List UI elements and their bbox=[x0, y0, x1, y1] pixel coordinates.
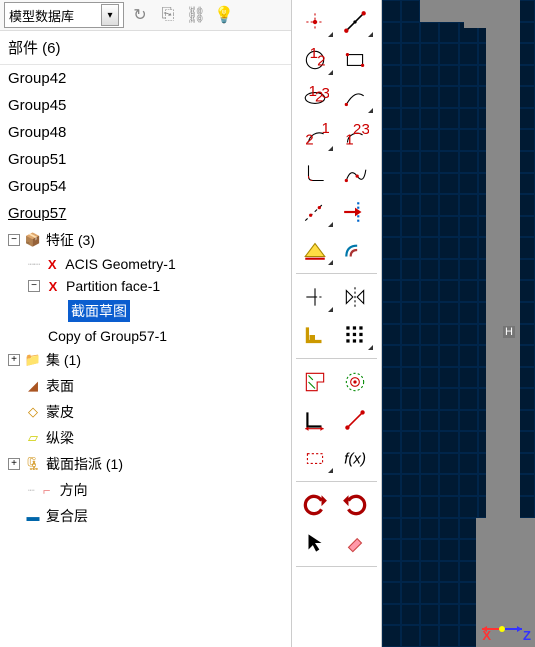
model-geometry bbox=[420, 0, 520, 22]
collapse-icon[interactable]: − bbox=[8, 234, 20, 246]
axis-triad-icon bbox=[477, 607, 527, 637]
line-tool[interactable] bbox=[336, 6, 374, 38]
svg-text:2: 2 bbox=[305, 132, 313, 149]
invalid-icon: X bbox=[43, 256, 61, 272]
refresh-icon[interactable]: ↻ bbox=[128, 3, 152, 27]
direction-node[interactable]: ┈ ⌐ 方向 bbox=[0, 477, 291, 503]
section-assign-icon: 🗜 bbox=[24, 456, 42, 472]
offset-tool[interactable] bbox=[336, 234, 374, 266]
fillet-tool[interactable] bbox=[296, 158, 334, 190]
svg-text:3: 3 bbox=[362, 123, 370, 138]
tree-group-item[interactable]: Group51 bbox=[0, 146, 291, 173]
direction-icon: ⌐ bbox=[38, 482, 56, 498]
arc-3point-tool[interactable]: 123 bbox=[336, 120, 374, 152]
construction-line-tool[interactable] bbox=[296, 196, 334, 228]
erase-tool[interactable] bbox=[336, 527, 374, 559]
sets-icon: 📁 bbox=[24, 352, 42, 368]
composite-icon: ▬ bbox=[24, 508, 42, 524]
dropdown-caret-icon[interactable]: ▾ bbox=[101, 4, 119, 26]
parameter-tool[interactable]: f(x) bbox=[336, 442, 374, 474]
redo-tool[interactable] bbox=[336, 489, 374, 521]
section-tool[interactable] bbox=[296, 366, 334, 398]
project-tool[interactable] bbox=[296, 234, 334, 266]
h-label: H bbox=[503, 326, 515, 338]
skin-icon: ◇ bbox=[24, 404, 42, 420]
measure-tool[interactable] bbox=[336, 404, 374, 436]
select-box-tool[interactable] bbox=[296, 442, 334, 474]
invalid-icon: X bbox=[44, 278, 62, 294]
svg-text:f(x): f(x) bbox=[344, 450, 366, 467]
model-geometry bbox=[486, 28, 520, 518]
partition-face-node[interactable]: − X Partition face-1 bbox=[0, 275, 291, 297]
point-tool[interactable] bbox=[296, 6, 334, 38]
db-dropdown[interactable]: 模型数据库 ▾ bbox=[4, 2, 124, 28]
sketch-toolbar: 12 123 21 123 f(x) bbox=[292, 0, 382, 647]
trim-tool[interactable] bbox=[296, 281, 334, 313]
tree-group-item-active[interactable]: Group57 bbox=[0, 200, 291, 227]
pattern-tool[interactable] bbox=[336, 319, 374, 351]
3d-viewport[interactable]: H X Z bbox=[382, 0, 535, 647]
svg-text:1: 1 bbox=[322, 123, 330, 137]
db-toolbar: 模型数据库 ▾ ↻ ⎘ ⛓ 💡 bbox=[0, 0, 291, 31]
parts-header[interactable]: 部件 (6) bbox=[0, 31, 291, 65]
concentric-tool[interactable] bbox=[336, 366, 374, 398]
ellipse-tool[interactable]: 123 bbox=[296, 82, 334, 114]
lightbulb-icon[interactable]: 💡 bbox=[212, 3, 236, 27]
circle-tool[interactable]: 12 bbox=[296, 44, 334, 76]
db-dropdown-label: 模型数据库 bbox=[9, 6, 74, 25]
undo-tool[interactable] bbox=[296, 489, 334, 521]
extend-to-tool[interactable] bbox=[336, 196, 374, 228]
spline-tool[interactable] bbox=[336, 158, 374, 190]
stringer-icon: ▱ bbox=[24, 430, 42, 446]
tree-group-item[interactable]: Group45 bbox=[0, 92, 291, 119]
expand-icon[interactable]: + bbox=[8, 354, 20, 366]
tree-group-item[interactable]: Group54 bbox=[0, 173, 291, 200]
link-icon[interactable]: ⛓ bbox=[184, 3, 208, 27]
cursor-tool[interactable] bbox=[296, 527, 334, 559]
composite-node[interactable]: ▬ 复合层 bbox=[0, 503, 291, 529]
section-sketch-node[interactable]: 截面草图 bbox=[0, 297, 291, 325]
dimension-tool[interactable] bbox=[296, 404, 334, 436]
acis-geometry-node[interactable]: ┈┈ X ACIS Geometry-1 bbox=[0, 253, 291, 275]
svg-text:2: 2 bbox=[317, 52, 325, 69]
svg-text:3: 3 bbox=[322, 85, 330, 102]
mirror-tool[interactable] bbox=[336, 281, 374, 313]
sets-node[interactable]: + 📁 集 (1) bbox=[0, 347, 291, 373]
arc-center-tool[interactable]: 21 bbox=[296, 120, 334, 152]
part-icon: 📦 bbox=[24, 232, 42, 248]
expand-icon[interactable]: + bbox=[8, 458, 20, 470]
corner-tool[interactable] bbox=[296, 319, 334, 351]
surface-node[interactable]: ◢ 表面 bbox=[0, 373, 291, 399]
skin-node[interactable]: ◇ 蒙皮 bbox=[0, 399, 291, 425]
surface-icon: ◢ bbox=[24, 378, 42, 394]
folder-up-icon[interactable]: ⎘ bbox=[156, 3, 180, 27]
rectangle-tool[interactable] bbox=[336, 44, 374, 76]
stringer-node[interactable]: ▱ 纵梁 bbox=[0, 425, 291, 451]
svg-text:2: 2 bbox=[353, 123, 361, 138]
features-node[interactable]: − 📦 特征 (3) bbox=[0, 227, 291, 253]
arc-tangent-tool[interactable] bbox=[336, 82, 374, 114]
copy-node[interactable]: Copy of Group57-1 bbox=[0, 325, 291, 347]
tree-group-item[interactable]: Group42 bbox=[0, 65, 291, 92]
selected-item: 截面草图 bbox=[68, 300, 130, 322]
model-tree[interactable]: 部件 (6) Group42 Group45 Group48 Group51 G… bbox=[0, 31, 291, 647]
tree-group-item[interactable]: Group48 bbox=[0, 119, 291, 146]
section-assign-node[interactable]: + 🗜 截面指派 (1) bbox=[0, 451, 291, 477]
collapse-icon[interactable]: − bbox=[28, 280, 40, 292]
